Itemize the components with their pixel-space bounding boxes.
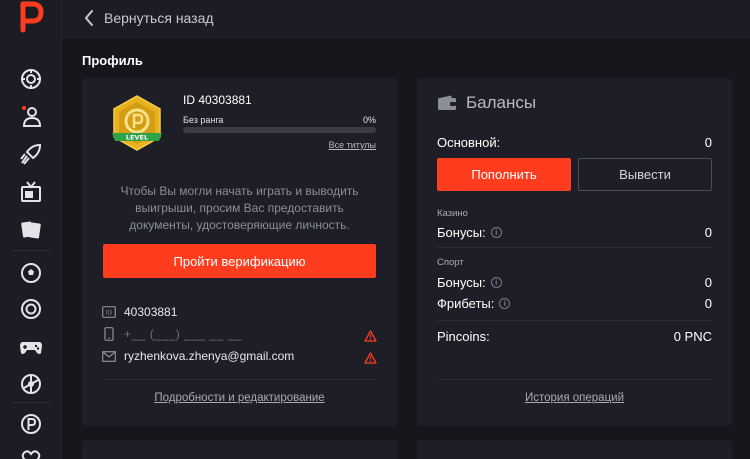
- info-icon[interactable]: i: [490, 277, 502, 288]
- page-title: Профиль: [82, 53, 143, 68]
- profile-card: LEVEL ID 40303881 Без ранга 0% Все титул…: [82, 78, 397, 426]
- balance-divider: [437, 379, 712, 380]
- svg-text:ID: ID: [106, 310, 113, 317]
- all-titles-link[interactable]: Все титулы: [329, 140, 376, 150]
- rocket-icon[interactable]: [19, 142, 43, 166]
- user-id-row: ID 40303881: [102, 305, 177, 319]
- pincoins-value: 0 PNC: [673, 329, 712, 344]
- tv-games-icon[interactable]: [19, 180, 43, 204]
- freebets-row: Фрибеты: i: [437, 296, 511, 311]
- wheel-icon[interactable]: [19, 372, 43, 396]
- sidebar-divider: [12, 402, 50, 403]
- profile-divider: [103, 379, 376, 380]
- withdraw-button[interactable]: Вывести: [578, 158, 712, 191]
- email-row[interactable]: ryzhenkova.zhenya@gmail.com: [102, 349, 294, 363]
- freebets-value: 0: [704, 296, 712, 311]
- casino-divider: [437, 247, 712, 248]
- wallet-icon: [438, 95, 456, 110]
- heart-icon[interactable]: [19, 447, 43, 459]
- cards-icon[interactable]: [19, 218, 43, 242]
- balances-card: Балансы Основной: 0 Пополнить Вывести Ка…: [417, 78, 732, 426]
- balances-header: Балансы: [437, 93, 536, 113]
- main-balance-value: 0: [704, 135, 712, 150]
- phone-value: +__ (___) ___ __ __: [124, 327, 242, 341]
- phone-row[interactable]: +__ (___) ___ __ __: [102, 327, 242, 341]
- details-edit-link[interactable]: Подробности и редактирование: [82, 392, 397, 404]
- target-icon[interactable]: [19, 297, 43, 321]
- email-warning-icon: [364, 352, 377, 364]
- sport-bonus-row: Бонусы: i: [437, 275, 502, 290]
- pin-up-logo[interactable]: [14, 0, 48, 34]
- next-card-edge: [82, 440, 397, 459]
- live-dealer-icon[interactable]: [19, 104, 43, 128]
- main-balance-label: Основной:: [437, 135, 501, 150]
- back-button[interactable]: Вернуться назад: [84, 9, 214, 27]
- level-badge-icon: LEVEL: [108, 94, 166, 156]
- sidebar-divider: [12, 250, 50, 251]
- user-id-value: 40303881: [124, 305, 178, 319]
- gamepad-icon[interactable]: [19, 335, 43, 359]
- rank-progress-bar: [183, 127, 376, 133]
- sport-bonus-label: Бонусы:: [437, 275, 486, 290]
- sport-bonus-value: 0: [704, 275, 712, 290]
- verify-button[interactable]: Пройти верификацию: [103, 244, 376, 278]
- chevron-left-icon: [84, 10, 93, 26]
- phone-warning-icon: [364, 330, 377, 342]
- top-up-button[interactable]: Пополнить: [437, 158, 571, 191]
- sport-divider: [437, 320, 712, 321]
- id-icon: ID: [102, 305, 116, 319]
- rank-percent: 0%: [362, 115, 376, 125]
- freebets-label: Фрибеты:: [437, 296, 495, 311]
- profile-id: ID 40303881: [183, 93, 252, 107]
- email-value: ryzhenkova.zhenya@gmail.com: [124, 349, 295, 363]
- phone-icon: [102, 327, 116, 341]
- rank-label: Без ранга: [183, 115, 224, 125]
- verification-message: Чтобы Вы могли начать играть и выводить …: [120, 184, 359, 232]
- next-card-edge: [417, 440, 732, 459]
- balances-title: Балансы: [466, 93, 537, 112]
- operations-history-link[interactable]: История операций: [417, 392, 732, 404]
- back-label: Вернуться назад: [104, 10, 214, 26]
- casino-section-label: Казино: [437, 208, 468, 219]
- sidebar: [0, 0, 62, 459]
- pincoin-icon[interactable]: [19, 412, 43, 436]
- mail-icon: [102, 349, 116, 363]
- casino-chip-icon[interactable]: [19, 67, 43, 91]
- casino-bonus-value: 0: [704, 225, 712, 240]
- casino-bonus-label: Бонусы:: [437, 225, 486, 240]
- football-icon[interactable]: [19, 261, 43, 285]
- pincoins-label: Pincoins:: [437, 329, 490, 344]
- sport-section-label: Спорт: [437, 257, 464, 268]
- badge-label: LEVEL: [126, 134, 148, 142]
- top-bar: Вернуться назад: [62, 0, 750, 38]
- casino-bonus-row: Бонусы: i: [437, 225, 502, 240]
- info-icon[interactable]: i: [499, 298, 511, 309]
- info-icon[interactable]: i: [490, 227, 502, 238]
